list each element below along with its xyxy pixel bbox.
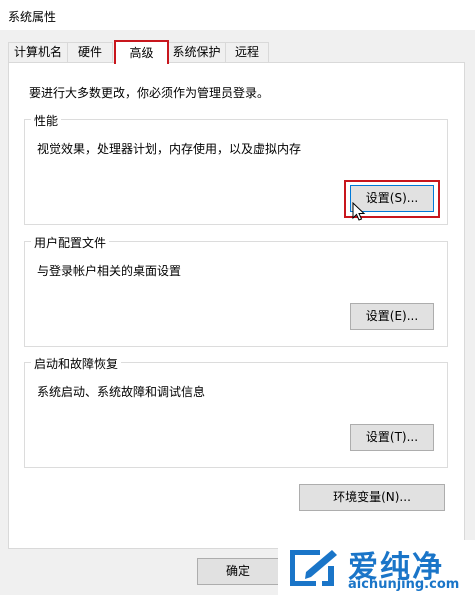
watermark-url: aichunjing.com xyxy=(348,577,460,592)
performance-label: 性能 xyxy=(31,112,62,129)
tab-system-protection[interactable]: 系统保护 xyxy=(167,42,226,62)
startup-recovery-settings-button[interactable]: 设置(T)... xyxy=(350,424,434,451)
user-profiles-settings-button[interactable]: 设置(E)... xyxy=(350,303,434,330)
admin-notice: 要进行大多数更改，你必须作为管理员登录。 xyxy=(29,86,270,100)
user-profiles-label: 用户配置文件 xyxy=(31,234,110,251)
ok-button[interactable]: 确定 xyxy=(197,558,279,585)
startup-recovery-description: 系统启动、系统故障和调试信息 xyxy=(37,385,206,399)
tab-hardware[interactable]: 硬件 xyxy=(67,42,113,62)
tab-remote[interactable]: 远程 xyxy=(225,42,269,62)
window-title: 系统属性 xyxy=(8,10,57,24)
watermark: 爱纯净 aichunjing.com xyxy=(278,540,475,595)
environment-variables-button[interactable]: 环境变量(N)... xyxy=(299,484,445,511)
tab-advanced[interactable]: 高级 xyxy=(114,40,169,64)
user-profiles-group: 用户配置文件 与登录帐户相关的桌面设置 xyxy=(24,234,448,347)
performance-description: 视觉效果，处理器计划，内存使用，以及虚拟内存 xyxy=(37,142,302,156)
title-bar: 系统属性 xyxy=(0,0,475,30)
mouse-cursor-icon xyxy=(352,202,366,221)
startup-recovery-label: 启动和故障恢复 xyxy=(31,355,122,372)
aichunjing-logo-icon xyxy=(290,550,337,586)
tab-computer-name[interactable]: 计算机名 xyxy=(8,42,68,62)
startup-recovery-group: 启动和故障恢复 系统启动、系统故障和调试信息 xyxy=(24,355,448,468)
user-profiles-description: 与登录帐户相关的桌面设置 xyxy=(37,264,182,278)
